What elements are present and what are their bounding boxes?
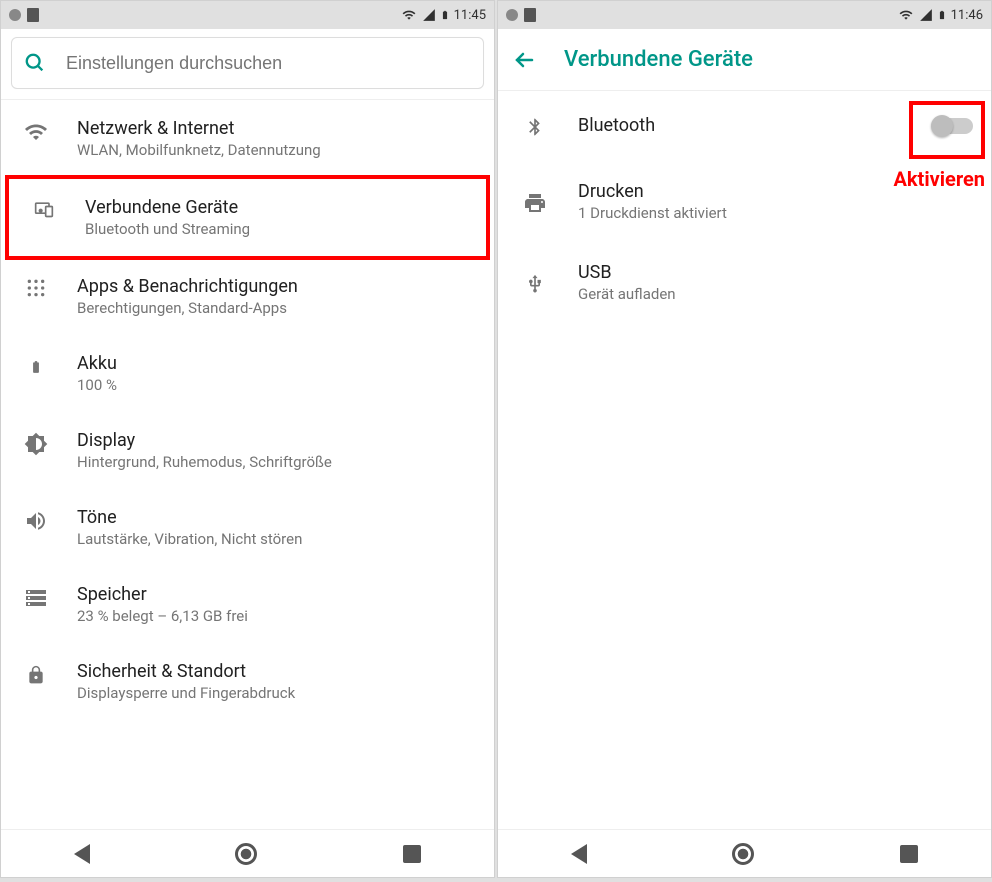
nav-recent-icon[interactable]: [900, 845, 918, 863]
sdcard-icon: [27, 8, 39, 22]
status-time: 11:45: [454, 8, 486, 23]
row-subtitle: Bluetooth und Streaming: [85, 220, 468, 238]
row-subtitle: WLAN, Mobilfunknetz, Datennutzung: [77, 141, 476, 159]
phone-left: 11:45 Netzwerk & Internet WLAN, Mobilfun…: [0, 0, 495, 878]
search-box[interactable]: [11, 37, 484, 89]
settings-row-network[interactable]: Netzwerk & Internet WLAN, Mobilfunknetz,…: [1, 100, 494, 177]
bluetooth-icon: [520, 111, 550, 141]
annotation-highlight-box: [909, 101, 985, 159]
wifi-icon: [400, 8, 418, 22]
settings-row-sound[interactable]: Töne Lautstärke, Vibration, Nicht stören: [1, 489, 494, 566]
app-bar: Verbundene Geräte: [498, 29, 991, 91]
display-icon: [21, 430, 51, 456]
nav-home-icon[interactable]: [235, 843, 257, 865]
print-icon: [520, 189, 550, 215]
security-icon: [21, 661, 51, 687]
nav-back-icon[interactable]: [571, 844, 587, 864]
row-subtitle: 1 Druckdienst aktiviert: [578, 204, 973, 222]
settings-row-battery[interactable]: Akku 100 %: [1, 335, 494, 412]
settings-row-connected-devices[interactable]: Verbundene Geräte Bluetooth und Streamin…: [5, 175, 490, 260]
status-bar: 11:46: [498, 1, 991, 29]
row-subtitle: 23 % belegt – 6,13 GB frei: [77, 607, 476, 625]
row-title: Apps & Benachrichtigungen: [77, 276, 476, 297]
storage-icon: [21, 584, 51, 610]
battery-status-icon: [440, 7, 450, 23]
row-subtitle: 100 %: [77, 376, 476, 394]
row-subtitle: Displaysperre und Fingerabdruck: [77, 684, 476, 702]
sdcard-icon: [524, 8, 536, 22]
nav-bar: [1, 829, 494, 877]
row-title: Töne: [77, 507, 476, 528]
row-title: Netzwerk & Internet: [77, 118, 476, 139]
settings-row-storage[interactable]: Speicher 23 % belegt – 6,13 GB frei: [1, 566, 494, 643]
loading-icon: [9, 9, 21, 21]
sound-icon: [21, 507, 51, 533]
settings-row-security[interactable]: Sicherheit & Standort Displaysperre und …: [1, 643, 494, 720]
row-title: Speicher: [77, 584, 476, 605]
row-subtitle: Lautstärke, Vibration, Nicht stören: [77, 530, 476, 548]
status-time: 11:46: [951, 8, 983, 23]
search-input[interactable]: [66, 53, 471, 74]
usb-icon: [520, 268, 550, 298]
page-title: Verbundene Geräte: [564, 47, 753, 72]
nav-recent-icon[interactable]: [403, 845, 421, 863]
row-subtitle: Berechtigungen, Standard-Apps: [77, 299, 476, 317]
connected-devices-list: Bluetooth Drucken 1 Druckdienst aktivier…: [498, 91, 991, 829]
status-bar: 11:45: [1, 1, 494, 29]
phone-right: 11:46 Verbundene Geräte Bluetooth Drucke…: [497, 0, 992, 878]
settings-row-display[interactable]: Display Hintergrund, Ruhemodus, Schriftg…: [1, 412, 494, 489]
wifi-icon: [21, 118, 51, 144]
nav-home-icon[interactable]: [732, 843, 754, 865]
nav-back-icon[interactable]: [74, 844, 90, 864]
search-container: [1, 29, 494, 100]
devices-icon: [29, 197, 59, 219]
settings-list: Netzwerk & Internet WLAN, Mobilfunknetz,…: [1, 100, 494, 829]
annotation-label: Aktivieren: [893, 167, 985, 191]
row-title: Akku: [77, 353, 476, 374]
row-subtitle: Hintergrund, Ruhemodus, Schriftgröße: [77, 453, 476, 471]
cell-icon: [919, 8, 933, 22]
back-icon[interactable]: [512, 48, 536, 72]
battery-icon: [21, 353, 51, 379]
battery-status-icon: [937, 7, 947, 23]
row-title: Display: [77, 430, 476, 451]
row-usb[interactable]: USB Gerät aufladen: [498, 242, 991, 323]
cell-icon: [422, 8, 436, 22]
settings-row-apps[interactable]: Apps & Benachrichtigungen Berechtigungen…: [1, 258, 494, 335]
nav-bar: [498, 829, 991, 877]
wifi-icon: [897, 8, 915, 22]
apps-icon: [21, 276, 51, 298]
row-title: USB: [578, 262, 973, 283]
row-subtitle: Gerät aufladen: [578, 285, 973, 303]
search-icon: [24, 52, 46, 74]
loading-icon: [506, 9, 518, 21]
row-title: Verbundene Geräte: [85, 197, 468, 218]
row-title: Bluetooth: [578, 115, 905, 136]
row-title: Sicherheit & Standort: [77, 661, 476, 682]
